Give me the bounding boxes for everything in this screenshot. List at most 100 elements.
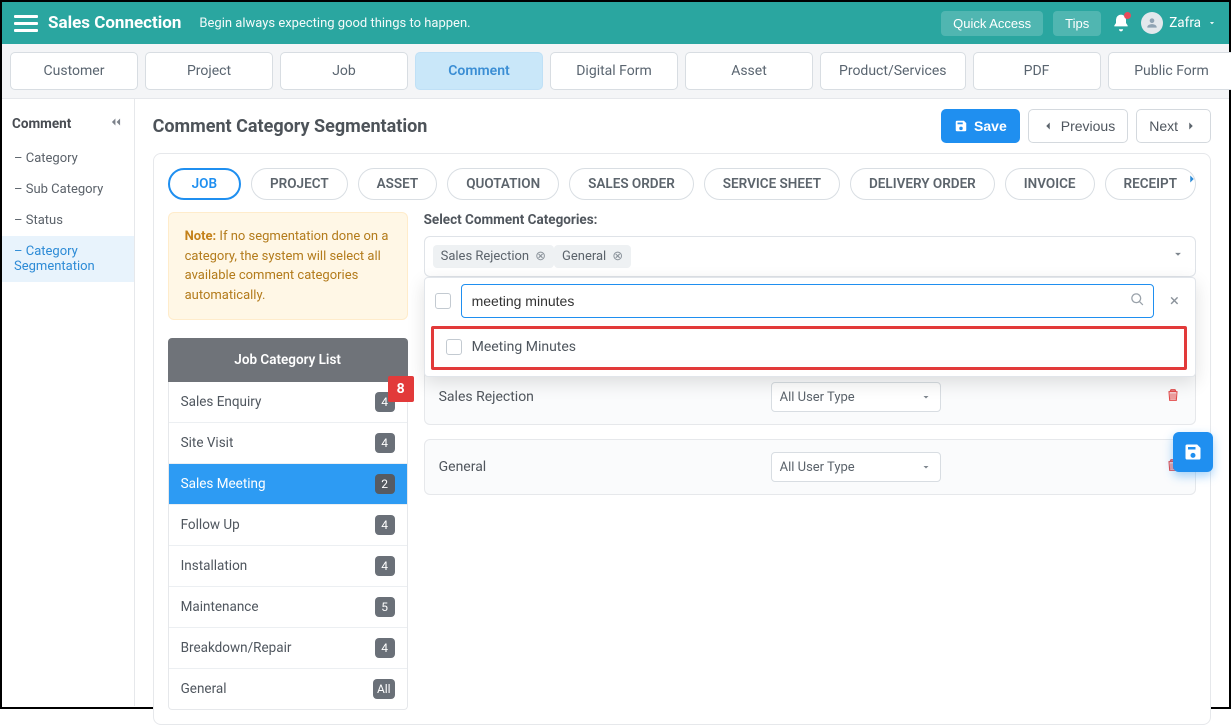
pill-scroll-right[interactable]	[1182, 172, 1202, 190]
category-item-follow-up[interactable]: Follow Up4	[169, 505, 407, 546]
assigned-row-name: General	[439, 459, 759, 475]
category-item-badge: 4	[375, 433, 395, 453]
tab-asset[interactable]: Asset	[685, 52, 813, 90]
selected-categories-box[interactable]: Sales Rejection ⊗General ⊗	[424, 236, 1196, 277]
sidebar-collapse-icon[interactable]	[108, 115, 124, 133]
note-prefix: Note:	[185, 229, 217, 244]
select-all-checkbox[interactable]	[435, 293, 451, 309]
select-value: All User Type	[780, 390, 855, 405]
username: Zafra	[1169, 15, 1201, 31]
user-menu[interactable]: Zafra	[1141, 12, 1217, 34]
save-icon	[954, 119, 968, 133]
search-input-wrap[interactable]	[461, 284, 1154, 318]
tab-digital-form[interactable]: Digital Form	[550, 52, 678, 90]
search-input[interactable]	[472, 293, 1130, 309]
sidebar-item-status[interactable]: – Status	[2, 205, 134, 236]
chevron-down-icon[interactable]	[1171, 247, 1185, 265]
seg-pill-asset[interactable]: ASSET	[358, 168, 438, 200]
dropdown-option-meeting-minutes[interactable]: Meeting Minutes	[434, 329, 1184, 367]
chip-sales-rejection[interactable]: Sales Rejection ⊗	[433, 245, 554, 268]
user-type-select[interactable]: All User Type	[771, 382, 941, 412]
category-item-label: Maintenance	[181, 599, 259, 615]
previous-button-label: Previous	[1061, 118, 1115, 134]
tab-project[interactable]: Project	[145, 52, 273, 90]
page-title: Comment Category Segmentation	[153, 116, 428, 137]
tab-comment[interactable]: Comment	[415, 52, 543, 90]
assigned-row: General All User Type	[424, 439, 1196, 495]
note-box: Note: If no segmentation done on a categ…	[168, 212, 408, 320]
tab-public-form[interactable]: Public Form	[1108, 52, 1231, 90]
category-item-sales-meeting[interactable]: Sales Meeting 2	[169, 464, 407, 505]
category-item-badge: 4	[375, 556, 395, 576]
seg-pill-job[interactable]: JOB	[168, 168, 241, 200]
search-icon	[1130, 292, 1145, 311]
tab-pdf[interactable]: PDF	[973, 52, 1101, 90]
select-categories-label: Select Comment Categories:	[424, 212, 1196, 228]
category-item-badge: 2	[375, 474, 395, 494]
menu-icon[interactable]	[14, 11, 38, 35]
category-item-label: Sales Enquiry	[181, 394, 262, 410]
avatar-icon	[1141, 12, 1163, 34]
user-type-select[interactable]: All User Type	[771, 452, 941, 482]
fab-save-button[interactable]	[1173, 432, 1213, 472]
save-button-label: Save	[974, 118, 1007, 134]
tab-product-services[interactable]: Product/Services	[820, 52, 966, 90]
category-item-site-visit[interactable]: Site Visit 4	[169, 423, 407, 464]
chip-label: General	[562, 249, 606, 264]
category-item-label: Follow Up	[181, 517, 240, 533]
sidebar-item-category[interactable]: – Category	[2, 143, 134, 174]
category-item-sales-enquiry[interactable]: Sales Enquiry4	[169, 382, 407, 423]
quick-access-button[interactable]: Quick Access	[941, 11, 1043, 36]
sidebar-item-sub-category[interactable]: – Sub Category	[2, 174, 134, 205]
sidebar-title: Comment	[12, 116, 71, 132]
category-dropdown: × Meeting Minutes	[424, 277, 1196, 377]
tab-customer[interactable]: Customer	[10, 52, 138, 90]
note-body: If no segmentation done on a category, t…	[185, 229, 389, 303]
dropdown-option-label: Meeting Minutes	[472, 339, 576, 355]
close-icon[interactable]: ×	[1164, 287, 1185, 315]
category-item-badge: All	[373, 679, 395, 699]
category-item-badge: 4	[375, 638, 395, 658]
save-icon	[1183, 442, 1203, 462]
chevron-down-icon	[920, 461, 932, 473]
seg-pill-project[interactable]: PROJECT	[251, 168, 348, 200]
chevron-down-icon	[920, 391, 932, 403]
chevron-down-icon	[1207, 18, 1217, 28]
tagline: Begin always expecting good things to ha…	[199, 16, 470, 31]
seg-pill-sales-order[interactable]: SALES ORDER	[569, 168, 694, 200]
tab-job[interactable]: Job	[280, 52, 408, 90]
seg-pill-quotation[interactable]: QUOTATION	[447, 168, 559, 200]
chip-label: Sales Rejection	[441, 249, 530, 264]
brand-name: Sales Connection	[48, 13, 181, 33]
select-value: All User Type	[780, 460, 855, 475]
category-item-installation[interactable]: Installation 4	[169, 546, 407, 587]
category-item-breakdown-repair[interactable]: Breakdown/Repair 4	[169, 628, 407, 669]
highlighted-option-frame: Meeting Minutes	[431, 326, 1187, 370]
seg-pill-service-sheet[interactable]: SERVICE SHEET	[704, 168, 840, 200]
chevron-left-icon	[1041, 119, 1055, 133]
step-badge: 8	[388, 376, 414, 402]
save-button[interactable]: Save	[941, 109, 1020, 143]
chip-remove-icon[interactable]: ⊗	[612, 249, 623, 264]
category-item-badge: 5	[375, 597, 395, 617]
next-button[interactable]: Next	[1136, 109, 1211, 143]
assigned-row-name: Sales Rejection	[439, 389, 759, 405]
category-item-label: Installation	[181, 558, 248, 574]
bell-icon[interactable]	[1111, 13, 1131, 33]
chevron-right-icon	[1184, 119, 1198, 133]
previous-button[interactable]: Previous	[1028, 109, 1128, 143]
sidebar-item-category-segmentation[interactable]: – Category Segmentation	[2, 236, 134, 282]
seg-pill-delivery-order[interactable]: DELIVERY ORDER	[850, 168, 995, 200]
category-item-label: Breakdown/Repair	[181, 640, 292, 656]
option-checkbox[interactable]	[446, 339, 462, 355]
chip-general[interactable]: General ⊗	[554, 245, 631, 268]
category-list-title: Job Category List	[168, 338, 408, 382]
category-item-maintenance[interactable]: Maintenance 5	[169, 587, 407, 628]
seg-pill-invoice[interactable]: INVOICE	[1005, 168, 1095, 200]
chip-remove-icon[interactable]: ⊗	[535, 249, 546, 264]
tips-button[interactable]: Tips	[1053, 11, 1101, 36]
category-item-label: Sales Meeting	[181, 476, 266, 492]
category-item-label: Site Visit	[181, 435, 234, 451]
category-item-general[interactable]: GeneralAll	[169, 669, 407, 709]
trash-icon[interactable]	[1165, 387, 1181, 407]
